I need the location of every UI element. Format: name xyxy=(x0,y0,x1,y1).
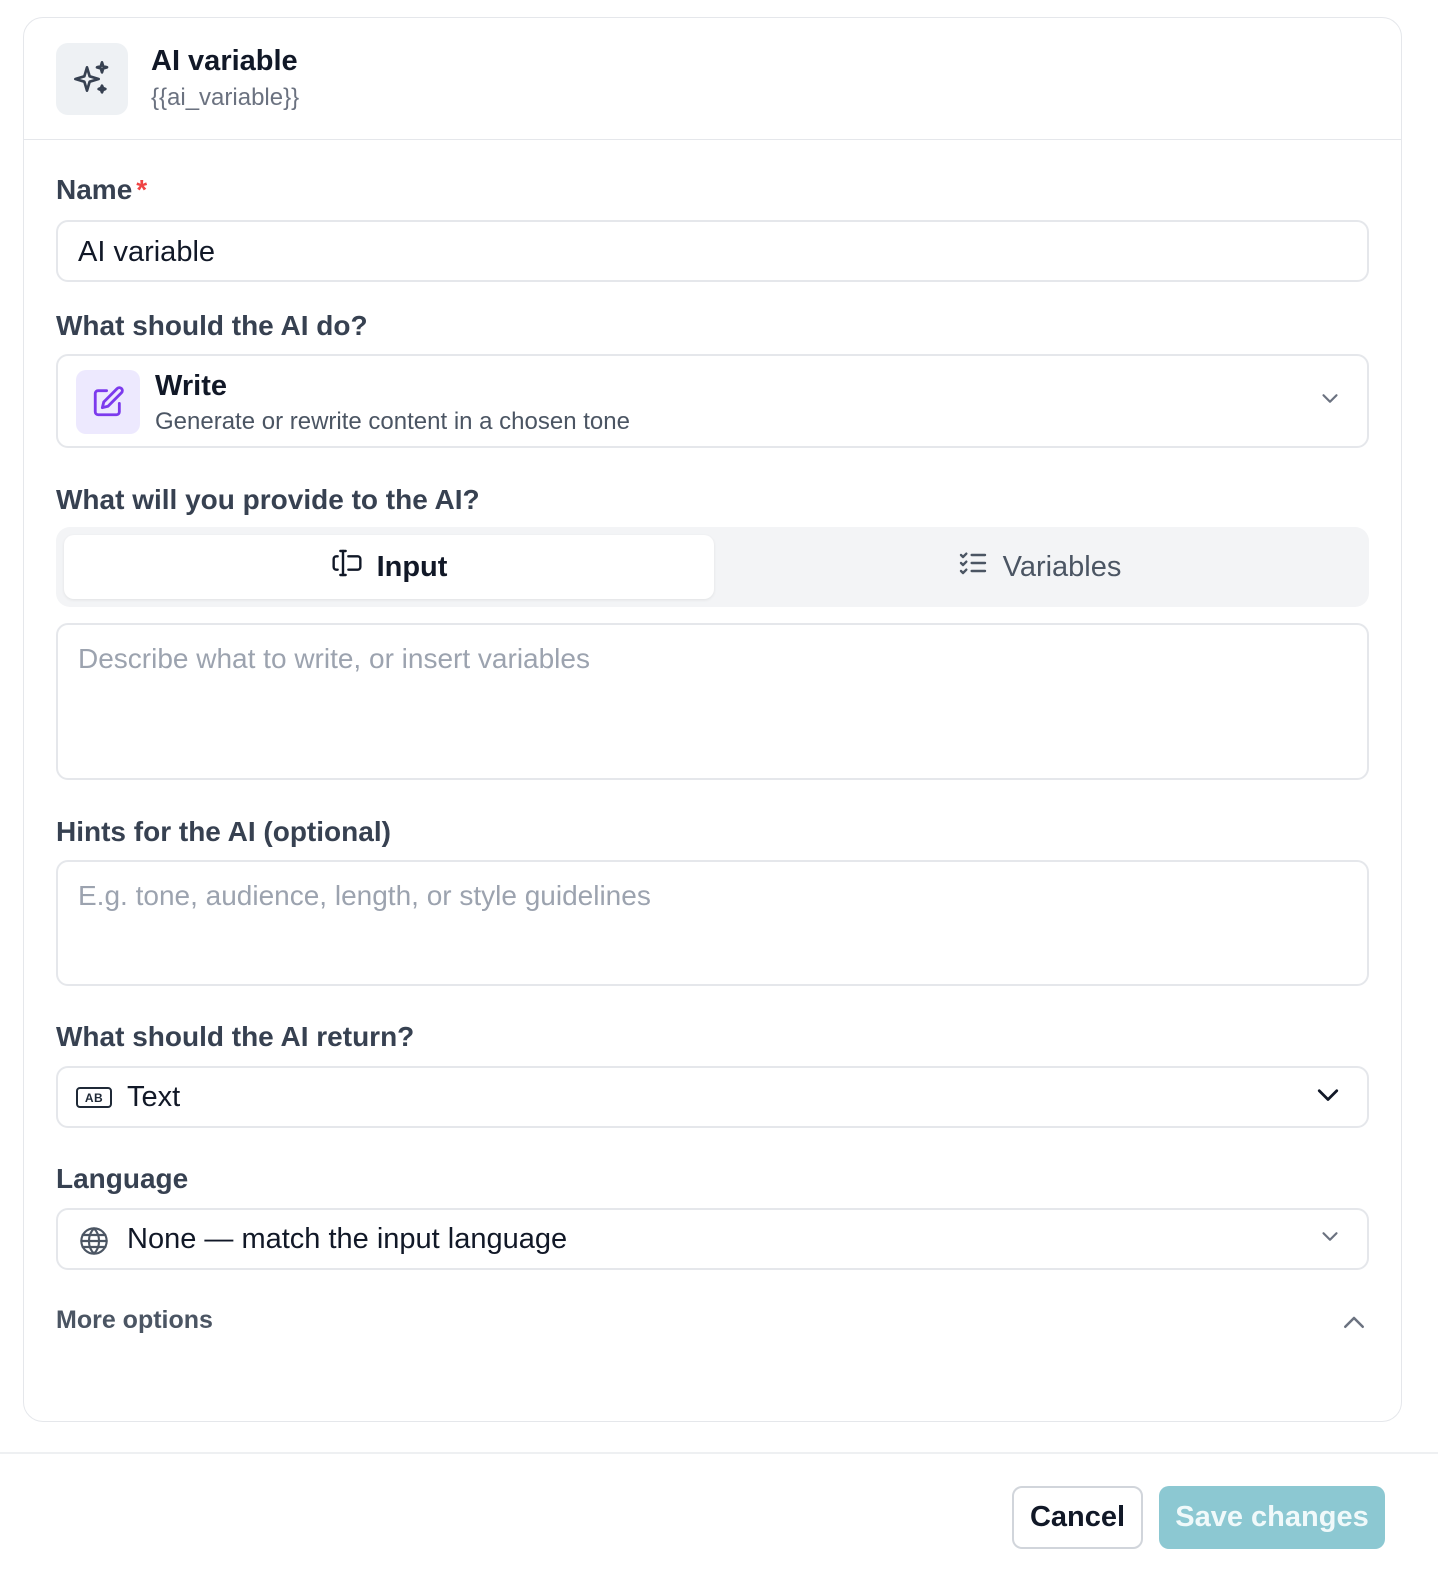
sparkles-icon xyxy=(56,43,128,115)
tab-variables[interactable]: Variables xyxy=(714,535,1364,599)
save-changes-button[interactable]: Save changes xyxy=(1159,1486,1385,1549)
chevron-up-icon[interactable] xyxy=(1339,1308,1369,1343)
text-type-icon: AB xyxy=(76,1087,112,1108)
globe-icon xyxy=(78,1225,110,1262)
return-selected-value: Text xyxy=(127,1081,181,1113)
return-label: What should the AI return? xyxy=(56,1021,415,1052)
action-selected-description: Generate or rewrite content in a chosen … xyxy=(155,408,630,435)
cancel-button[interactable]: Cancel xyxy=(1012,1486,1143,1549)
text-type-icon-label: AB xyxy=(84,1090,104,1105)
footer-divider xyxy=(0,1452,1438,1454)
required-mark: * xyxy=(136,174,148,205)
language-label: Language xyxy=(56,1163,189,1194)
hints-label: Hints for the AI (optional) xyxy=(56,816,391,847)
more-options-toggle[interactable]: More options xyxy=(56,1306,213,1335)
provide-label: What will you provide to the AI? xyxy=(56,484,480,515)
name-label: Name * xyxy=(56,174,147,206)
variable-token: {{ai_variable}} xyxy=(151,84,300,111)
name-input-value: AI variable xyxy=(78,236,216,268)
text-cursor-input-icon xyxy=(331,547,363,587)
chevron-down-icon xyxy=(1317,386,1343,417)
pencil-square-icon xyxy=(76,370,140,434)
provide-textarea[interactable]: Describe what to write, or insert variab… xyxy=(56,623,1369,780)
language-selected-value: None — match the input language xyxy=(127,1223,568,1255)
action-select[interactable]: Write Generate or rewrite content in a c… xyxy=(56,354,1369,448)
action-selected-title: Write xyxy=(155,370,227,402)
provide-placeholder: Describe what to write, or insert variab… xyxy=(78,643,590,674)
language-select[interactable]: None — match the input language xyxy=(56,1208,1369,1270)
card-title: AI variable xyxy=(151,45,298,77)
card-header: AI variable {{ai_variable}} xyxy=(24,18,1401,140)
return-select[interactable]: AB Text xyxy=(56,1066,1369,1128)
ai-variable-card: AI variable {{ai_variable}} Name * AI var… xyxy=(23,17,1402,1422)
list-checks-icon xyxy=(957,547,989,587)
tab-input[interactable]: Input xyxy=(64,535,714,599)
chevron-down-icon xyxy=(1317,1224,1343,1255)
tab-input-label: Input xyxy=(376,550,448,583)
action-label: What should the AI do? xyxy=(56,310,368,341)
name-input[interactable]: AI variable xyxy=(56,220,1369,282)
hints-placeholder: E.g. tone, audience, length, or style gu… xyxy=(78,880,651,911)
chevron-down-icon xyxy=(1313,1080,1343,1115)
name-label-text: Name xyxy=(56,174,133,205)
tab-variables-label: Variables xyxy=(1002,550,1122,583)
provide-tabs: Input Variables xyxy=(56,527,1369,607)
hints-textarea[interactable]: E.g. tone, audience, length, or style gu… xyxy=(56,860,1369,986)
